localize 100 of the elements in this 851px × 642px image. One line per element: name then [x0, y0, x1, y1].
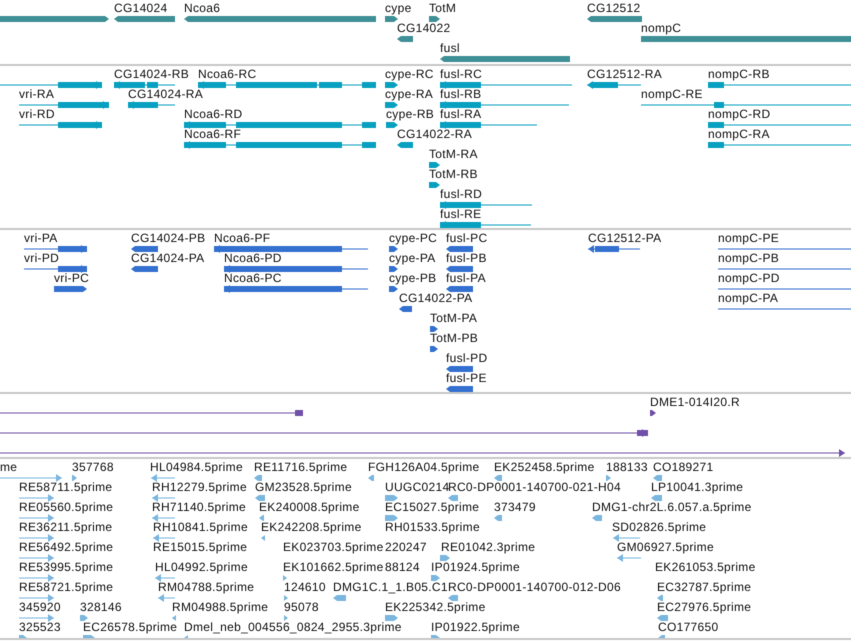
feature-label: IP01922.5prime [431, 620, 520, 634]
feature-label: 373479 [494, 500, 536, 514]
feature-label: vri-PA [24, 231, 58, 245]
feature-label: CO177650 [658, 620, 718, 634]
feature-label: RE01042.3prime [441, 540, 536, 554]
feature-label: TotM-RB [429, 167, 478, 181]
feature-label: fusl-PC [446, 231, 488, 245]
feature-label: EC27976.5prime [657, 600, 752, 614]
feature-label: Ncoa6 [184, 1, 220, 15]
feature-label: EC32787.5prime [657, 580, 752, 594]
feature-label: SD02826.5prime [612, 520, 706, 534]
feature-label: 328146 [80, 600, 122, 614]
feature-label: 220247 [385, 540, 427, 554]
feature-label: CO189271 [653, 460, 714, 474]
feature-label: vri-PD [24, 251, 60, 265]
feature-label: cype [385, 1, 412, 15]
feature-label: vri-RA [19, 87, 54, 101]
feature-label: 345920 [19, 600, 61, 614]
feature-label: fusl-PA [446, 271, 486, 285]
feature-label: fusl-RD [440, 187, 482, 201]
feature-label: RM04788.5prime [158, 580, 254, 594]
feature-label: RH10841.5prime [153, 520, 248, 534]
feature-label: CG12512-RA [587, 67, 662, 81]
feature-label: GM06927.5prime [617, 540, 714, 554]
feature-label: fusl-PB [446, 251, 487, 265]
feature-label: Ncoa6-PC [224, 271, 282, 285]
feature-label: GM23528.5prime [255, 480, 352, 494]
feature-label: CG12512 [587, 1, 640, 15]
feature-label: RE15015.5prime [153, 540, 248, 554]
feature-label: RC0-DP0001-140700-021-H04 [448, 480, 621, 494]
feature-label: FGH126A04.5prime [368, 460, 480, 474]
feature-label: TotM-PB [430, 331, 478, 345]
feature-label: CG14024-RA [128, 87, 204, 101]
feature-label: vri-PC [54, 271, 90, 285]
feature-label: CG14024 [114, 1, 168, 15]
feature-label: EK023703.5prime [283, 540, 384, 554]
feature-label: nompC-PD [718, 271, 780, 285]
feature-label: EC15027.5prime [385, 500, 480, 514]
feature-label: CG12512-PA [588, 231, 662, 245]
feature-label: RC0-DP0001-140700-012-D06 [448, 580, 621, 594]
feature-label: EK101662.5prime [283, 560, 384, 574]
feature-label: TotM-PA [430, 311, 478, 325]
feature-label: nompC-PB [718, 251, 780, 265]
feature-label: nompC-RB [708, 67, 770, 81]
feature-label: Dmel_neb_004556_0824_2955.3prime [184, 620, 402, 634]
feature-label: 325523 [19, 620, 61, 634]
feature-label: Ncoa6-PD [224, 251, 282, 265]
feature-label: IP01924.5prime [431, 560, 520, 574]
feature-label: RH12279.5prime [152, 480, 247, 494]
feature-label: EC26578.5prime [83, 620, 178, 634]
feature-label: CG14024-PA [131, 251, 204, 265]
feature-label: RE56492.5prime [19, 540, 114, 554]
feature-label: nompC [641, 21, 682, 35]
feature-label: EK261053.5prime [655, 560, 756, 574]
feature-label: Ncoa6-RD [184, 107, 242, 121]
feature-label: RE58711.5prime [19, 480, 112, 494]
feature-label: CG14024-RB [114, 67, 190, 81]
feature-label: cype-RC [385, 67, 434, 81]
feature-label: CG14024-PB [131, 231, 206, 245]
feature-label: RE53995.5prime [19, 560, 114, 574]
feature-label: Ncoa6-PF [214, 231, 270, 245]
feature-label: UUGC0214 [385, 480, 450, 494]
feature-label: fusl-RB [440, 87, 482, 101]
feature-label: RE11716.5prime [254, 460, 348, 474]
feature-label: nompC-RD [708, 107, 770, 121]
feature-label: fusl-PD [446, 351, 488, 365]
feature-label: vri-RD [19, 107, 55, 121]
feature-label: cype-PB [389, 271, 436, 285]
feature-label: fusl [440, 41, 460, 55]
feature-label: fusl-RA [440, 107, 482, 121]
feature-label: cype-RA [385, 87, 434, 101]
feature-label: RE58721.5prime [19, 580, 114, 594]
feature-label: RH01533.5prime [385, 520, 480, 534]
feature-label: DME1-014I20.R [650, 395, 740, 409]
feature-label: Ncoa6-RC [198, 67, 256, 81]
feature-label: nompC-RE [641, 87, 703, 101]
feature-label: 88124 [385, 560, 420, 574]
feature-label: EK252458.5prime [494, 460, 595, 474]
feature-label: TotM-RA [429, 147, 478, 161]
feature-label: 124610 [284, 580, 326, 594]
feature-label: HL04984.5prime [150, 460, 243, 474]
feature-label: fusl-RC [440, 67, 482, 81]
feature-label: RH71140.5prime [152, 500, 246, 514]
feature-label: CG14022-PA [399, 291, 472, 305]
feature-label: fusl-PE [446, 371, 487, 385]
feature-label: 188133 [606, 460, 648, 474]
feature-label: nompC-PE [718, 231, 780, 245]
feature-label: 95078 [284, 600, 319, 614]
feature-label: nompC-PA [718, 291, 778, 305]
feature-label: RE36211.5prime [19, 520, 112, 534]
feature-label: DMG1-chr2L.6.057.a.5prime [592, 500, 752, 514]
feature-label: me [0, 460, 18, 474]
feature-label: 357768 [72, 460, 114, 474]
feature-label: EK225342.5prime [385, 600, 486, 614]
feature-label: RE05560.5prime [19, 500, 114, 514]
feature-label: cype-RB [386, 107, 434, 121]
feature-label: EK242208.5prime [261, 520, 362, 534]
feature-label: fusl-RE [440, 207, 482, 221]
feature-label: Ncoa6-RF [184, 127, 242, 141]
feature-label: RM04988.5prime [172, 600, 268, 614]
